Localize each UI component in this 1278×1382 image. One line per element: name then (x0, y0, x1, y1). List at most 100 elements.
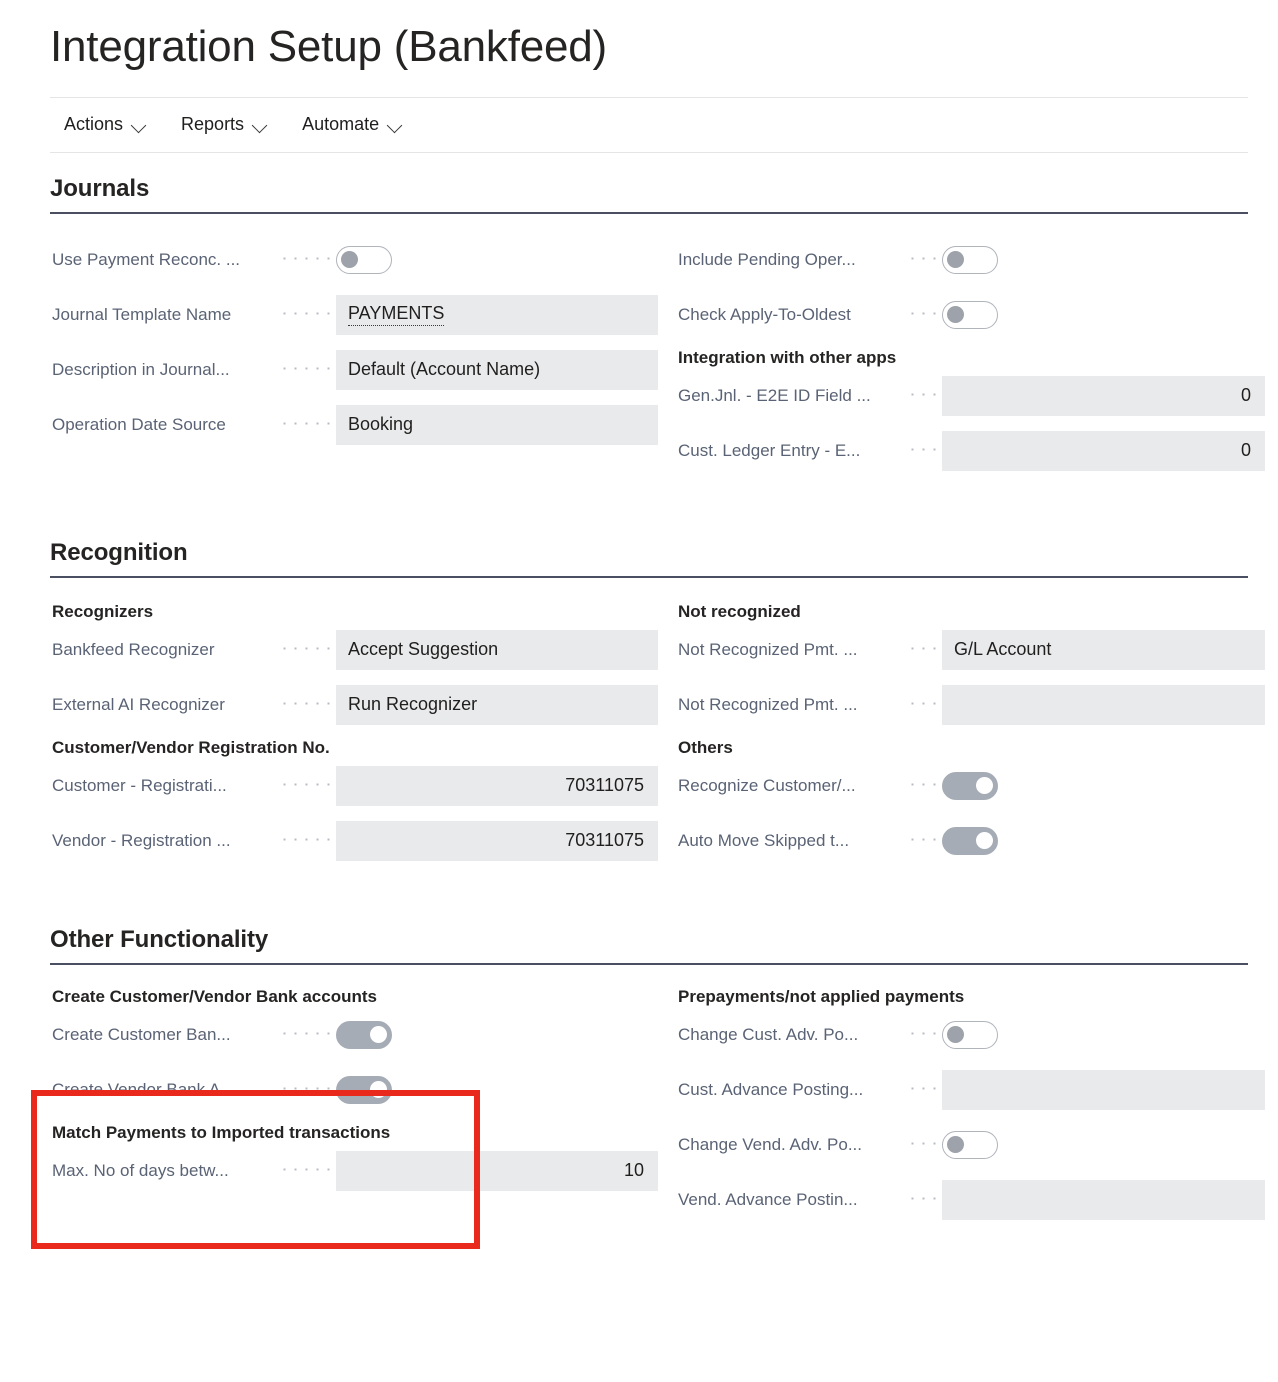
chevron-down-icon (253, 120, 268, 129)
cust-advance-posting-label: Cust. Advance Posting... (678, 1079, 864, 1099)
dot-leader (908, 777, 942, 795)
dot-leader (278, 832, 336, 850)
recognize-customer-toggle[interactable] (942, 771, 998, 800)
actions-menu-label: Actions (64, 114, 124, 135)
group-heading-integration-with-other-apps: Integration with other apps (678, 347, 897, 367)
not-recognized-pmt-2-input[interactable] (942, 684, 1265, 725)
change-vend-adv-po-toggle[interactable] (942, 1130, 998, 1159)
not-recognized-pmt-1-input[interactable]: G/L Account (942, 629, 1265, 670)
dot-leader (908, 387, 942, 405)
field-row-max-no-of-days: Max. No of days betw... 10 (50, 1149, 658, 1193)
section-journals-heading: Journals (50, 174, 150, 202)
bankfeed-recognizer-label: Bankfeed Recognizer (52, 639, 215, 659)
check-apply-to-oldest-label: Check Apply-To-Oldest (678, 304, 851, 324)
cust-advance-posting-input[interactable] (942, 1069, 1265, 1110)
field-row-create-customer-bank: Create Customer Ban... (50, 1013, 649, 1057)
cust-ledger-entry-e2e-label: Cust. Ledger Entry - E... (678, 440, 861, 460)
description-in-journal-input[interactable]: Default (Account Name) (336, 349, 658, 390)
field-row-use-payment-reconc: Use Payment Reconc. ... (50, 238, 649, 282)
action-bar-divider (50, 151, 1248, 153)
reports-menu-button[interactable]: Reports (181, 114, 268, 135)
journal-template-name-label: Journal Template Name (52, 304, 232, 324)
group-heading-customer-vendor-registration-no: Customer/Vendor Registration No. (52, 737, 330, 757)
group-heading-others: Others (678, 737, 733, 757)
field-row-recognize-customer: Recognize Customer/... (676, 764, 1248, 808)
create-customer-bank-label: Create Customer Ban... (52, 1024, 231, 1044)
customer-registration-input[interactable]: 70311075 (336, 765, 658, 806)
use-payment-reconc-label: Use Payment Reconc. ... (52, 249, 241, 269)
vend-advance-posting-input[interactable] (942, 1179, 1265, 1220)
group-heading-not-recognized: Not recognized (678, 601, 801, 621)
field-row-gen-jnl-e2e-id-field: Gen.Jnl. - E2E ID Field ... 0 (676, 374, 1265, 418)
create-vendor-bank-toggle[interactable] (336, 1075, 392, 1104)
chevron-down-icon (132, 120, 147, 129)
section-other-functionality-heading: Other Functionality (50, 925, 269, 953)
not-recognized-pmt-1-label: Not Recognized Pmt. ... (678, 639, 858, 659)
dot-leader (908, 251, 942, 269)
journals-right-column: Include Pending Oper... Check Apply-To-O… (649, 238, 1265, 484)
dot-leader (278, 641, 336, 659)
field-row-change-cust-adv-po: Change Cust. Adv. Po... (676, 1013, 1248, 1057)
use-payment-reconc-toggle[interactable] (336, 245, 392, 274)
change-cust-adv-po-toggle[interactable] (942, 1020, 998, 1049)
external-ai-recognizer-input[interactable]: Run Recognizer (336, 684, 658, 725)
section-divider (50, 575, 1248, 578)
recognition-right-column: Not recognized Not Recognized Pmt. ... G… (649, 601, 1265, 874)
actions-menu-button[interactable]: Actions (64, 114, 147, 135)
group-heading-create-customer-vendor-bank-accounts: Create Customer/Vendor Bank accounts (52, 986, 377, 1006)
field-row-check-apply-to-oldest: Check Apply-To-Oldest (676, 293, 1248, 337)
field-row-vend-advance-posting: Vend. Advance Postin... (676, 1178, 1265, 1222)
include-pending-oper-label: Include Pending Oper... (678, 249, 856, 269)
field-row-customer-registration: Customer - Registrati... 70311075 (50, 764, 658, 808)
dot-leader (908, 306, 942, 324)
field-row-description-in-journal: Description in Journal... Default (Accou… (50, 348, 658, 392)
other-functionality-left-column: Create Customer/Vendor Bank accounts Cre… (50, 986, 658, 1233)
vendor-registration-input[interactable]: 70311075 (336, 820, 658, 861)
reports-menu-label: Reports (181, 114, 245, 135)
dot-leader (908, 641, 942, 659)
group-heading-match-payments-to-imported-transactions: Match Payments to Imported transactions (52, 1122, 391, 1142)
page-title: Integration Setup (Bankfeed) (50, 22, 607, 71)
bankfeed-recognizer-input[interactable]: Accept Suggestion (336, 629, 658, 670)
field-row-external-ai-recognizer: External AI Recognizer Run Recognizer (50, 683, 658, 727)
field-row-change-vend-adv-po: Change Vend. Adv. Po... (676, 1123, 1248, 1167)
description-in-journal-label: Description in Journal... (52, 359, 230, 379)
field-row-not-recognized-pmt-1: Not Recognized Pmt. ... G/L Account (676, 628, 1265, 672)
check-apply-to-oldest-toggle[interactable] (942, 300, 998, 329)
journal-template-name-input[interactable]: PAYMENTS (336, 294, 658, 335)
max-no-of-days-label: Max. No of days betw... (52, 1160, 229, 1180)
section-journals: Journals Use Payment Reconc. ... Journal… (0, 175, 1278, 484)
gen-jnl-e2e-id-field-input[interactable]: 0 (942, 375, 1265, 416)
recognition-left-column: Recognizers Bankfeed Recognizer Accept S… (50, 601, 658, 874)
max-no-of-days-input[interactable]: 10 (336, 1150, 658, 1191)
field-row-journal-template-name: Journal Template Name PAYMENTS (50, 293, 658, 337)
action-bar: Actions Reports Automate (0, 98, 1278, 152)
automate-menu-label: Automate (302, 114, 380, 135)
dot-leader (278, 1162, 336, 1180)
include-pending-oper-toggle[interactable] (942, 245, 998, 274)
field-row-auto-move-skipped: Auto Move Skipped t... (676, 819, 1248, 863)
field-row-cust-advance-posting: Cust. Advance Posting... (676, 1068, 1265, 1112)
group-heading-recognizers: Recognizers (52, 601, 154, 621)
cust-ledger-entry-e2e-input[interactable]: 0 (942, 430, 1265, 471)
create-customer-bank-toggle[interactable] (336, 1020, 392, 1049)
operation-date-source-input[interactable]: Booking (336, 404, 658, 445)
dot-leader (908, 442, 942, 460)
change-vend-adv-po-label: Change Vend. Adv. Po... (678, 1134, 862, 1154)
create-vendor-bank-label: Create Vendor Bank A... (52, 1079, 235, 1099)
field-row-include-pending-oper: Include Pending Oper... (676, 238, 1248, 282)
section-recognition: Recognition Recognizers Bankfeed Recogni… (0, 539, 1278, 874)
field-row-not-recognized-pmt-2: Not Recognized Pmt. ... (676, 683, 1265, 727)
dot-leader (278, 1026, 336, 1044)
dot-leader (278, 251, 336, 269)
chevron-down-icon (388, 120, 403, 129)
field-row-cust-ledger-entry-e2e: Cust. Ledger Entry - E... 0 (676, 429, 1265, 473)
operation-date-source-label: Operation Date Source (52, 414, 226, 434)
auto-move-skipped-toggle[interactable] (942, 826, 998, 855)
automate-menu-button[interactable]: Automate (302, 114, 403, 135)
not-recognized-pmt-2-label: Not Recognized Pmt. ... (678, 694, 858, 714)
section-divider (50, 962, 1248, 965)
gen-jnl-e2e-id-field-label: Gen.Jnl. - E2E ID Field ... (678, 385, 871, 405)
other-functionality-right-column: Prepayments/not applied payments Change … (649, 987, 1265, 1233)
section-recognition-heading: Recognition (50, 538, 188, 566)
